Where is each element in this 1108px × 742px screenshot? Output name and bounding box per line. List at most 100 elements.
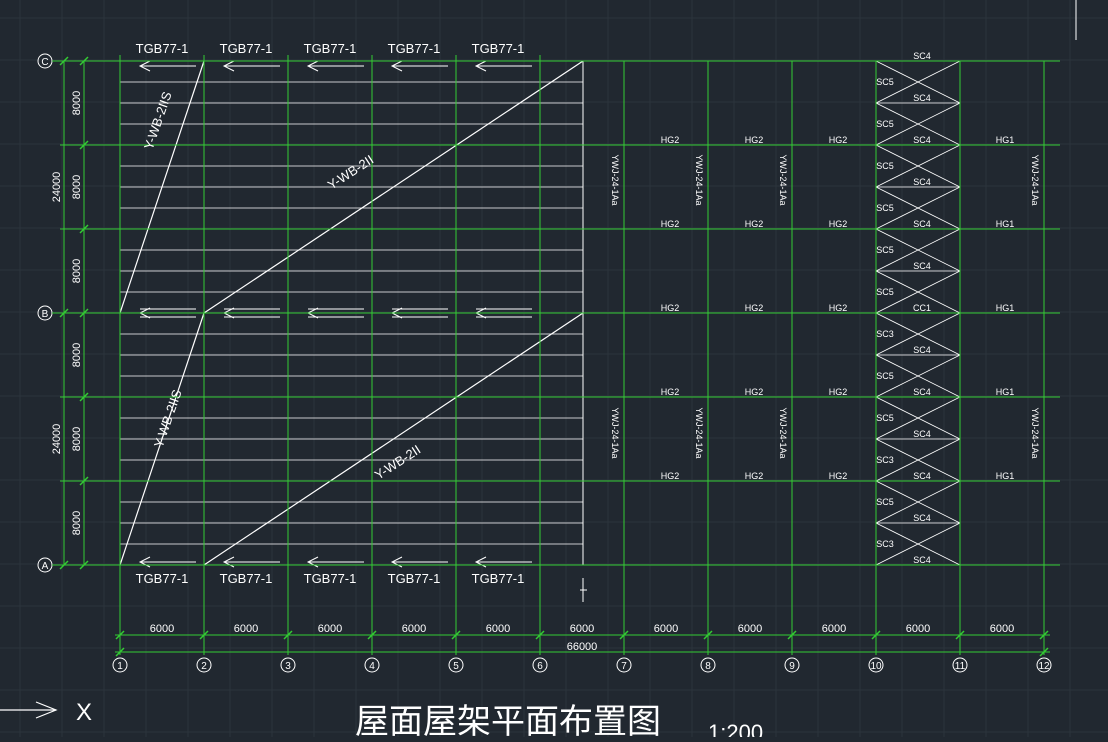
bubble-label: 8 <box>705 661 711 672</box>
bubble-label: 5 <box>453 661 459 672</box>
bay-dimension: 6000 <box>738 623 762 635</box>
drawing-title: 屋面屋架平面布置图 <box>355 702 661 737</box>
bay-dimension: 6000 <box>486 623 510 635</box>
bubble-label: 12 <box>1038 661 1050 672</box>
row-dimension: 8000 <box>71 511 83 535</box>
bracing-label: SC4 <box>913 93 931 103</box>
bay-dimension: 6000 <box>318 623 342 635</box>
cad-drawing-canvas[interactable]: 6000 6000 6000 6000 6000 6000 6000 6000 6000 6000… <box>0 0 1108 742</box>
axis-bubble-11: 11 <box>952 657 968 673</box>
bay-dimension: 6000 <box>654 623 678 635</box>
slab-label: TGB77-1 <box>304 41 357 56</box>
bracing-label: SC5 <box>876 161 894 171</box>
tie-label: HG1 <box>996 219 1015 229</box>
tie-label: HG2 <box>829 219 848 229</box>
tie-label: HG2 <box>661 219 680 229</box>
bubble-label: 6 <box>537 661 543 672</box>
truss-label: YWJ-24-1Aa <box>610 407 620 458</box>
tie-label: HG1 <box>996 303 1015 313</box>
axis-bubble-12: 12 <box>1036 657 1052 673</box>
slab-label: TGB77-1 <box>388 571 441 586</box>
bracing-label: SC5 <box>876 119 894 129</box>
bubble-label: A <box>42 561 49 572</box>
slab-label: TGB77-1 <box>136 41 189 56</box>
bracing-label: SC4 <box>913 219 931 229</box>
truss-label: YWJ-24-1Aa <box>694 154 704 205</box>
bubble-label: 9 <box>789 661 795 672</box>
truss-label: YWJ-24-1Aa <box>610 154 620 205</box>
tie-label: HG2 <box>661 135 680 145</box>
roof-truss-plan: 6000 6000 6000 6000 6000 6000 6000 6000 6000 6000… <box>0 0 1108 742</box>
bracing-label: SC5 <box>876 287 894 297</box>
slab-label: TGB77-1 <box>472 571 525 586</box>
bubble-label: 2 <box>201 661 207 672</box>
bracing-label: SC4 <box>913 513 931 523</box>
ucs-x-label: X <box>76 699 92 726</box>
bracing-label: SC4 <box>913 387 931 397</box>
tie-label: HG2 <box>745 387 764 397</box>
total-dimension: 66000 <box>567 641 598 653</box>
tie-label: HG2 <box>745 219 764 229</box>
tie-label: HG1 <box>996 135 1015 145</box>
row-dimension: 8000 <box>71 427 83 451</box>
bay-dimension: 6000 <box>990 623 1014 635</box>
drawing-scale: 1:200 <box>708 720 763 737</box>
bracing-label: SC4 <box>913 429 931 439</box>
bracing-label: SC5 <box>876 413 894 423</box>
tie-label: HG2 <box>745 471 764 481</box>
row-dimension: 8000 <box>71 259 83 283</box>
slab-label: TGB77-1 <box>388 41 441 56</box>
tie-label: HG2 <box>829 303 848 313</box>
row-total-dimension: 24000 <box>51 424 63 455</box>
tie-label: HG1 <box>996 387 1015 397</box>
bay-dimension: 6000 <box>234 623 258 635</box>
bay-dimension: 6000 <box>570 623 594 635</box>
axis-bubble-10: 10 <box>868 657 884 673</box>
slab-label: TGB77-1 <box>220 41 273 56</box>
row-dimension: 8000 <box>71 91 83 115</box>
bracing-label: SC5 <box>876 497 894 507</box>
bubble-label: 11 <box>955 661 966 672</box>
tie-label: HG1 <box>996 471 1015 481</box>
tie-label: HG2 <box>829 135 848 145</box>
truss-label: YWJ-24-1Aa <box>778 154 788 205</box>
truss-label: YWJ-24-1Aa <box>694 407 704 458</box>
tie-label: HG2 <box>745 135 764 145</box>
bracing-label: SC5 <box>876 245 894 255</box>
bracing-label: SC4 <box>913 135 931 145</box>
row-total-dimension: 24000 <box>51 172 63 203</box>
truss-label: YWJ-24-1Aa <box>1030 154 1040 205</box>
tie-label: HG2 <box>661 303 680 313</box>
bracing-label: SC4 <box>913 345 931 355</box>
bracing-label: SC3 <box>876 455 894 465</box>
slab-label: TGB77-1 <box>472 41 525 56</box>
bracing-label: SC4 <box>913 177 931 187</box>
bracing-label: SC4 <box>913 51 931 61</box>
bubble-label: 10 <box>870 661 882 672</box>
bubble-label: 3 <box>285 661 291 672</box>
row-dimension: 8000 <box>71 175 83 199</box>
bracing-label: SC4 <box>913 471 931 481</box>
bubble-label: C <box>41 57 48 68</box>
truss-label: YWJ-24-1Aa <box>778 407 788 458</box>
row-dimension: 8000 <box>71 343 83 367</box>
truss-label: YWJ-24-1Aa <box>1030 407 1040 458</box>
bubble-label: 7 <box>621 661 627 672</box>
bracing-label: SC3 <box>876 329 894 339</box>
bay-dimension: 6000 <box>906 623 930 635</box>
bracing-label: CC1 <box>913 303 931 313</box>
slab-label: TGB77-1 <box>220 571 273 586</box>
bay-dimension: 6000 <box>150 623 174 635</box>
tie-label: HG2 <box>829 387 848 397</box>
bracing-label: SC4 <box>913 555 931 565</box>
bracing-label: SC5 <box>876 203 894 213</box>
tie-label: HG2 <box>745 303 764 313</box>
tie-label: HG2 <box>661 471 680 481</box>
tie-label: HG2 <box>661 387 680 397</box>
slab-label: TGB77-1 <box>136 571 189 586</box>
bracing-label: SC4 <box>913 261 931 271</box>
bay-dimension: 6000 <box>822 623 846 635</box>
tie-label: HG2 <box>829 471 848 481</box>
bubble-label: 1 <box>117 661 123 672</box>
bracing-label: SC5 <box>876 371 894 381</box>
